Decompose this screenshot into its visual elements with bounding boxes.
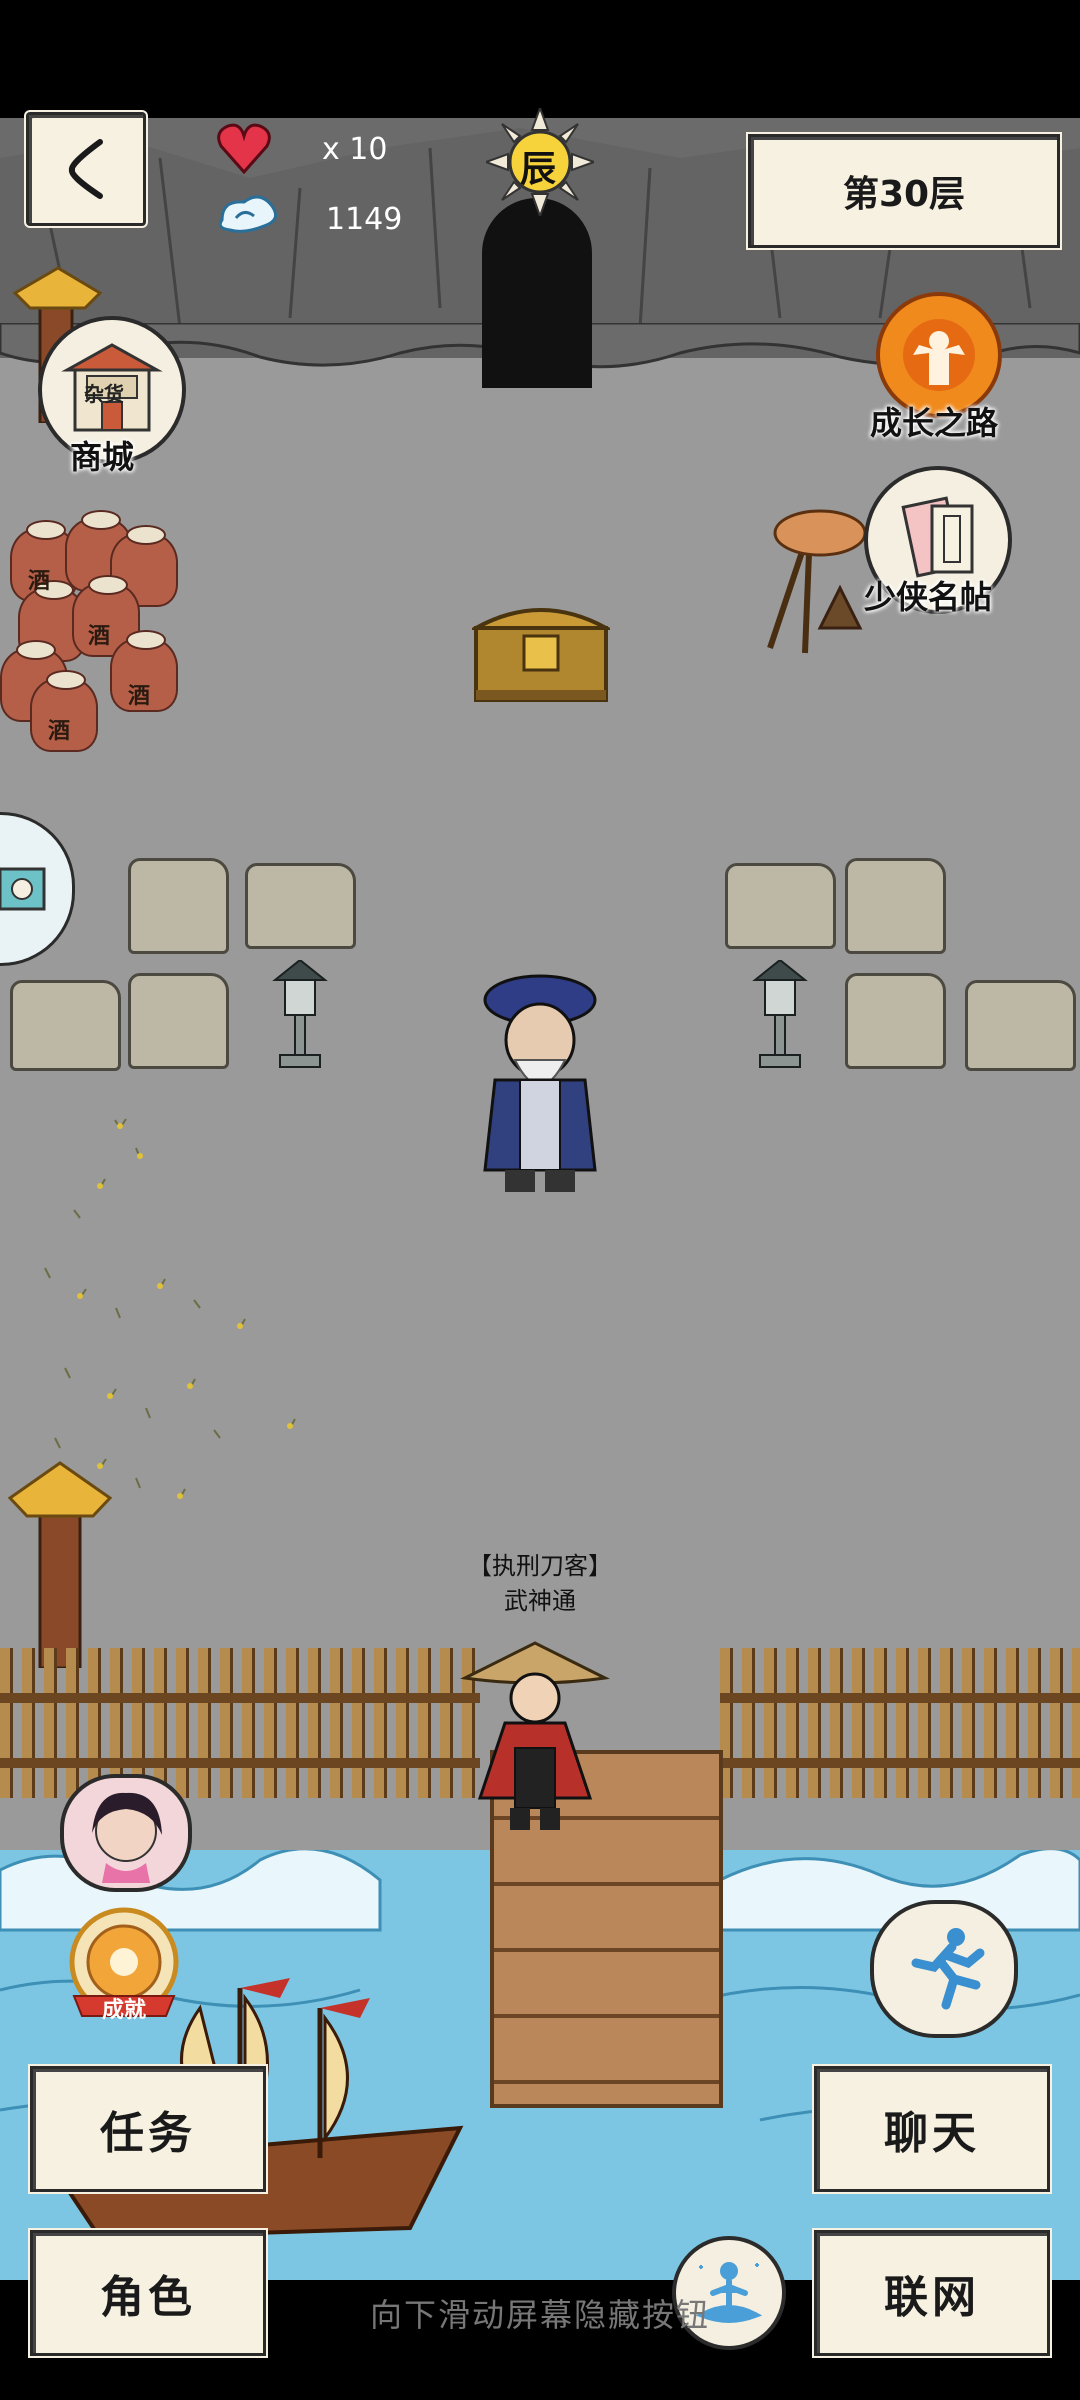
- roster-label[interactable]: 少侠名帖: [864, 572, 992, 618]
- player-nametag: 【执刑刀客】 武神通: [390, 1546, 690, 1616]
- jar-label: 酒: [88, 624, 111, 649]
- tasks-button[interactable]: 任务: [30, 2066, 266, 2192]
- side-tab-icon: [0, 867, 46, 911]
- wine-jars: 酒 酒 酒 酒: [0, 508, 180, 838]
- avatar: [92, 1792, 162, 1883]
- player-character[interactable]: [460, 1638, 610, 1838]
- companion-avatar[interactable]: [60, 1774, 192, 1892]
- back-chevron-icon: [68, 139, 103, 199]
- rock: [245, 863, 356, 949]
- time-label: 辰: [520, 149, 557, 190]
- wooden-fence-left: [0, 1648, 480, 1798]
- fence-rail: [720, 1693, 1080, 1703]
- growth-figure-icon: [903, 319, 975, 391]
- rock: [725, 863, 836, 949]
- rock: [965, 980, 1076, 1071]
- heart-icon: [216, 122, 272, 175]
- achievement-label: 成就: [102, 1998, 147, 2023]
- running-man-icon: [911, 1928, 985, 2010]
- floor-indicator: 第30层: [748, 134, 1060, 248]
- elder-npc[interactable]: [465, 970, 615, 1200]
- fence-rail: [720, 1758, 1080, 1768]
- jar-label: 酒: [128, 684, 151, 709]
- rock: [845, 973, 946, 1069]
- shop-label[interactable]: 商城: [70, 432, 134, 478]
- player-title: 【执刑刀客】: [468, 1552, 612, 1580]
- rock: [10, 980, 121, 1071]
- jar-label: 酒: [48, 719, 71, 744]
- back-button[interactable]: [26, 112, 146, 226]
- cave-entrance[interactable]: [482, 198, 592, 388]
- growth-path-label[interactable]: 成长之路: [870, 398, 998, 444]
- fence-rail: [0, 1693, 480, 1703]
- player-name: 武神通: [504, 1587, 576, 1615]
- fence-rail: [0, 1758, 480, 1768]
- lantern-post: [5, 1458, 115, 1670]
- treasure-chest[interactable]: [468, 598, 614, 703]
- energy-count: 1149: [326, 202, 403, 237]
- lives-count: x 10: [322, 132, 388, 167]
- achievement-button[interactable]: 成就: [62, 1904, 186, 2028]
- sun-badge-icon[interactable]: 辰: [486, 108, 594, 216]
- sprint-button[interactable]: [870, 1900, 1018, 2038]
- wooden-fence-right: [720, 1648, 1080, 1798]
- rock: [845, 858, 946, 954]
- hide-buttons-hint: 向下滑动屏幕隐藏按钮: [369, 2296, 710, 2334]
- game-screen: { "hud": { "lives": "x 10", "energy": "1…: [0, 0, 1080, 2400]
- jar-label: 酒: [28, 569, 51, 594]
- shop-sign: 杂货: [84, 382, 124, 406]
- cloud-swirl-icon: [214, 190, 284, 240]
- chat-button[interactable]: 聊天: [814, 2066, 1050, 2192]
- stone-lantern: [750, 958, 810, 1070]
- rock: [128, 858, 229, 954]
- rock: [128, 973, 229, 1069]
- stone-lantern: [270, 958, 330, 1070]
